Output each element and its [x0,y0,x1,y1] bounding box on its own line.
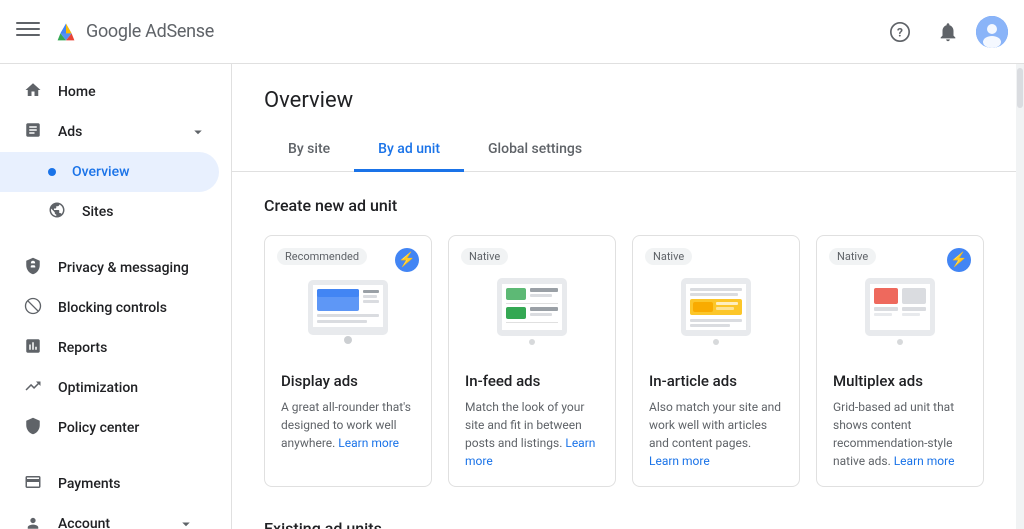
main-scrollbar[interactable] [1016,64,1024,529]
in-feed-name: In-feed ads [465,372,599,390]
in-article-image [649,260,783,360]
main-content: Overview By site By ad unit Global setti… [232,64,1016,529]
user-avatar[interactable] [976,16,1008,48]
sidebar-blocking-label: Blocking controls [58,300,167,316]
content-area: Create new ad unit Recommended ⚡ [232,172,1016,529]
payments-icon [24,473,42,496]
sidebar-item-reports[interactable]: Reports [0,328,219,368]
in-feed-badge: Native [461,248,508,265]
sidebar-overview-label: Overview [72,164,129,180]
sidebar-optimization-label: Optimization [58,380,138,396]
in-feed-desc: Match the look of your site and fit in b… [465,398,599,470]
in-article-desc: Also match your site and work well with … [649,398,783,470]
nav-left: Google AdSense [16,17,246,46]
notifications-button[interactable] [928,12,968,52]
sidebar-privacy-label: Privacy & messaging [58,260,189,276]
in-feed-ads-card[interactable]: Native [448,235,616,487]
multiplex-ads-card[interactable]: Native ⚡ [816,235,984,487]
sidebar-item-blocking[interactable]: Blocking controls [0,288,219,328]
display-name: Display ads [281,372,415,390]
top-nav: Google AdSense ? [0,0,1024,64]
active-dot [48,168,56,176]
tab-global-settings[interactable]: Global settings [464,129,606,172]
in-article-learn-more[interactable]: Learn more [649,454,710,468]
existing-title: Existing ad units [264,519,984,529]
tabs-bar: By site By ad unit Global settings [232,129,1016,172]
sidebar: Home Ads Overview [0,64,232,529]
sidebar-account-label: Account [58,516,110,529]
display-accent: ⚡ [395,248,419,272]
account-icon [24,513,42,529]
sidebar-item-optimization[interactable]: Optimization [0,368,219,408]
sidebar-home-label: Home [58,84,96,100]
in-article-ads-card[interactable]: Native [632,235,800,487]
blocking-icon [24,297,42,320]
scrollbar-thumb [1017,68,1023,108]
sidebar-item-privacy[interactable]: Privacy & messaging [0,248,219,288]
sidebar-ads-label: Ads [58,124,82,140]
svg-text:?: ? [897,25,903,39]
chevron-down-icon [189,123,207,141]
display-ads-card[interactable]: Recommended ⚡ [264,235,432,487]
sidebar-sites-label: Sites [82,204,113,220]
sidebar-item-home[interactable]: Home [0,72,219,112]
account-chevron-icon [177,515,195,529]
policy-icon [24,417,42,440]
ads-expand-icon [24,121,42,144]
multiplex-accent: ⚡ [947,248,971,272]
multiplex-badge: Native [829,248,876,265]
display-learn-more[interactable]: Learn more [338,436,399,450]
app-name: Google AdSense [86,21,214,42]
tab-by-ad-unit[interactable]: By ad unit [354,129,464,172]
help-button[interactable]: ? [880,12,920,52]
sidebar-item-payments[interactable]: Payments [0,464,219,504]
privacy-icon [24,257,42,280]
sidebar-payments-label: Payments [58,476,121,492]
sidebar-item-overview[interactable]: Overview [0,152,219,192]
multiplex-desc: Grid-based ad unit that shows content re… [833,398,967,470]
display-image [281,260,415,360]
sidebar-item-account[interactable]: Account [0,504,219,529]
sidebar-item-policy[interactable]: Policy center [0,408,219,448]
in-article-name: In-article ads [649,372,783,390]
sidebar-item-sites[interactable]: Sites [0,192,219,232]
in-feed-image [465,260,599,360]
hamburger-button[interactable] [16,17,40,46]
multiplex-name: Multiplex ads [833,372,967,390]
multiplex-learn-more[interactable]: Learn more [894,454,955,468]
sidebar-reports-label: Reports [58,340,107,356]
body-layout: Home Ads Overview [0,64,1024,529]
existing-section: Existing ad units [264,519,984,529]
sidebar-item-ads[interactable]: Ads [0,112,231,152]
display-desc: A great all-rounder that's designed to w… [281,398,415,452]
display-badge: Recommended [277,248,367,265]
create-section-title: Create new ad unit [264,196,984,215]
page-title: Overview [264,80,984,129]
ad-unit-cards: Recommended ⚡ [264,235,984,487]
optimization-icon [24,377,42,400]
multiplex-image [833,260,967,360]
tab-by-site[interactable]: By site [264,129,354,172]
sites-icon [48,201,66,224]
main-header: Overview [232,64,1016,129]
in-article-badge: Native [645,248,692,265]
sidebar-policy-label: Policy center [58,420,139,436]
nav-right: ? [880,12,1008,52]
home-icon [24,81,42,104]
reports-icon [24,337,42,360]
app-logo: Google AdSense [52,18,214,46]
